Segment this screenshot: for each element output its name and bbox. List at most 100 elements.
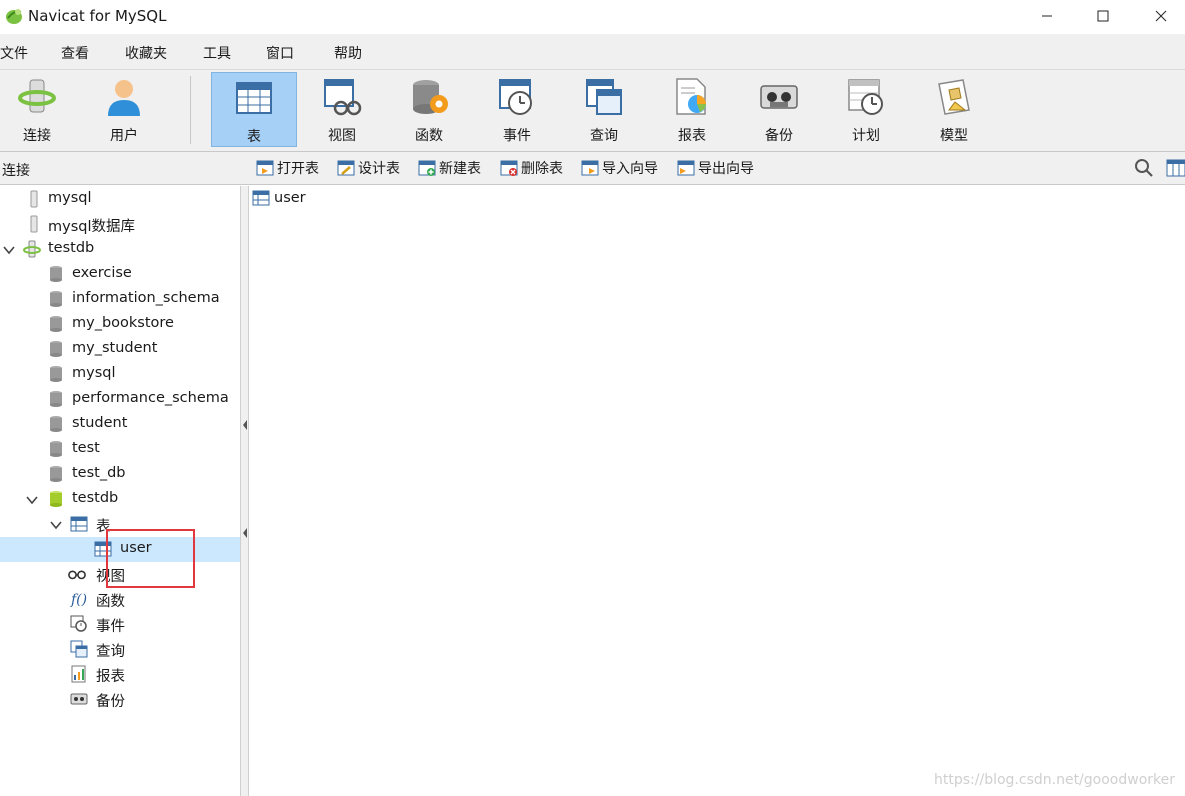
- connection-open-icon: [23, 240, 41, 258]
- tree-database-performance-schema[interactable]: performance_schema: [0, 387, 240, 412]
- schedule-icon: [848, 79, 883, 115]
- toolbar-report-button[interactable]: 报表: [649, 72, 735, 147]
- tree-database-test[interactable]: test: [0, 437, 240, 462]
- toolbar-label: 表: [247, 129, 261, 145]
- tree-database-mysql[interactable]: mysql: [0, 362, 240, 387]
- event-icon: [499, 79, 532, 115]
- delete-table-icon: [500, 160, 518, 176]
- menu-view[interactable]: 查看: [61, 43, 89, 63]
- toolbar-label: 模型: [940, 128, 968, 144]
- toolbar-label: 计划: [852, 128, 880, 144]
- close-button[interactable]: [1138, 0, 1184, 32]
- delete-table-button[interactable]: 删除表: [500, 157, 563, 179]
- tree-database-my-bookstore[interactable]: my_bookstore: [0, 312, 240, 337]
- tree-label: information_schema: [72, 290, 220, 306]
- queries-group-icon: [70, 640, 88, 658]
- backups-group-icon: [70, 693, 88, 705]
- maximize-button[interactable]: [1080, 0, 1126, 32]
- annotation-highlight-box: [106, 529, 195, 588]
- tree-database-student[interactable]: student: [0, 412, 240, 437]
- database-icon: [50, 466, 62, 482]
- tree-connection-mysql-db[interactable]: mysql数据库: [0, 212, 240, 237]
- design-table-button[interactable]: 设计表: [337, 157, 400, 179]
- menu-tools[interactable]: 工具: [203, 43, 231, 63]
- events-group-icon: [70, 615, 87, 632]
- object-item-user[interactable]: user: [252, 188, 306, 208]
- minimize-button[interactable]: [1024, 0, 1070, 32]
- tree-group-reports[interactable]: 报表: [0, 662, 240, 687]
- views-group-icon: [68, 570, 86, 580]
- toolbar-model-button[interactable]: 模型: [911, 72, 997, 147]
- open-table-label: 打开表: [277, 161, 319, 177]
- connection-closed-icon: [30, 215, 38, 233]
- connection-closed-icon: [30, 190, 38, 208]
- tree-database-exercise[interactable]: exercise: [0, 262, 240, 287]
- function-icon: [413, 80, 448, 114]
- tree-label: testdb: [48, 240, 95, 256]
- menu-file[interactable]: 文件: [0, 43, 28, 63]
- toolbar-view-button[interactable]: 视图: [299, 72, 385, 147]
- chevron-down-icon[interactable]: [3, 244, 15, 256]
- toolbar-label: 函数: [415, 128, 443, 144]
- open-table-icon: [256, 160, 274, 176]
- database-icon: [50, 391, 62, 407]
- new-table-button[interactable]: 新建表: [418, 157, 481, 179]
- toolbar-connection-button[interactable]: 连接: [0, 72, 80, 147]
- tree-database-test-db[interactable]: test_db: [0, 462, 240, 487]
- toolbar-backup-button[interactable]: 备份: [736, 72, 822, 147]
- toolbar-label: 查询: [590, 128, 618, 144]
- toolbar-schedule-button[interactable]: 计划: [823, 72, 909, 147]
- query-icon: [586, 79, 622, 115]
- close-icon: [1155, 10, 1167, 22]
- menu-window[interactable]: 窗口: [266, 43, 294, 63]
- design-table-label: 设计表: [358, 161, 400, 177]
- export-wizard-button[interactable]: 导出向导: [677, 157, 754, 179]
- tree-label: 事件: [96, 619, 125, 635]
- window-title: Navicat for MySQL: [28, 7, 167, 25]
- menu-help[interactable]: 帮助: [334, 43, 362, 63]
- navicat-logo-icon: [6, 9, 22, 24]
- grid-view-icon[interactable]: [1166, 158, 1185, 178]
- tree-database-my-student[interactable]: my_student: [0, 337, 240, 362]
- toolbar-query-button[interactable]: 查询: [561, 72, 647, 147]
- database-icon: [50, 266, 62, 282]
- import-wizard-button[interactable]: 导入向导: [581, 157, 658, 179]
- functions-group-icon: f(): [70, 592, 87, 608]
- toolbar-user-button[interactable]: 用户: [81, 72, 167, 147]
- collapse-left-icon[interactable]: [241, 526, 249, 540]
- tree-group-queries[interactable]: 查询: [0, 637, 240, 662]
- view-icon: [324, 79, 362, 116]
- toolbar-event-button[interactable]: 事件: [474, 72, 560, 147]
- tree-label: test_db: [72, 465, 126, 481]
- minimize-icon: [1042, 15, 1052, 17]
- tree-connection-mysql[interactable]: mysql: [0, 187, 240, 212]
- menu-favorites[interactable]: 收藏夹: [125, 43, 167, 63]
- delete-table-label: 删除表: [521, 161, 563, 177]
- tree-label: 报表: [96, 669, 125, 685]
- object-item-label: user: [274, 190, 306, 206]
- collapse-left-icon[interactable]: [241, 418, 249, 432]
- pane-splitter[interactable]: [241, 186, 249, 796]
- tree-label: 查询: [96, 644, 125, 660]
- tree-database-testdb[interactable]: testdb: [0, 487, 240, 512]
- toolbar-table-button[interactable]: 表: [211, 72, 297, 147]
- database-open-icon: [50, 491, 62, 507]
- open-table-button[interactable]: 打开表: [256, 157, 319, 179]
- database-icon: [50, 341, 62, 357]
- svg-text:f(): f(): [70, 592, 87, 608]
- toolbar-function-button[interactable]: 函数: [386, 72, 472, 147]
- tree-group-functions[interactable]: f() 函数: [0, 587, 240, 612]
- object-action-bar: 连接 打开表 设计表 新建表 删除表 导入向导 导出向导: [0, 152, 1185, 185]
- database-icon: [50, 366, 62, 382]
- tree-label: exercise: [72, 265, 132, 281]
- export-wizard-icon: [677, 160, 695, 176]
- chevron-down-icon[interactable]: [50, 519, 62, 531]
- tree-connection-testdb[interactable]: testdb: [0, 237, 240, 262]
- tree-group-backups[interactable]: 备份: [0, 687, 240, 712]
- database-icon: [50, 416, 62, 432]
- tree-group-events[interactable]: 事件: [0, 612, 240, 637]
- toolbar-label: 用户: [110, 128, 138, 144]
- chevron-down-icon[interactable]: [26, 494, 38, 506]
- search-icon[interactable]: [1134, 158, 1154, 178]
- tree-database-information-schema[interactable]: information_schema: [0, 287, 240, 312]
